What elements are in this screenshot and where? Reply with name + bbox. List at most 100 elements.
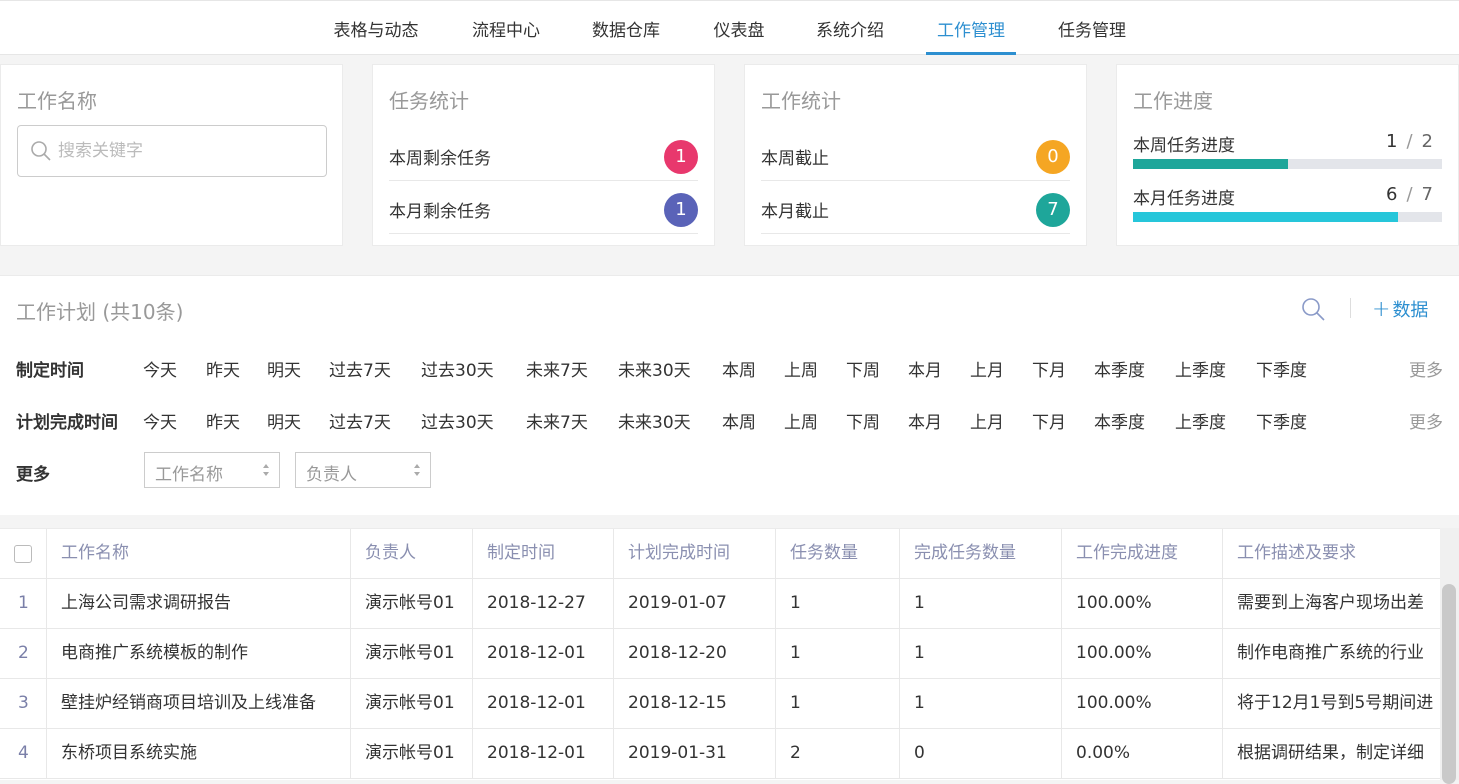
header-cell[interactable]: 工作名称 bbox=[47, 529, 351, 578]
tab-work-management[interactable]: 工作管理 bbox=[926, 1, 1016, 55]
filter-option[interactable]: 过去30天 bbox=[421, 408, 494, 433]
task-stats-card: 任务统计 本周剩余任务 1 本月剩余任务 1 bbox=[372, 64, 715, 246]
cell-task-count: 1 bbox=[776, 579, 900, 628]
filter-option[interactable]: 过去30天 bbox=[421, 356, 494, 381]
stat-row-week-remaining[interactable]: 本周剩余任务 1 bbox=[389, 129, 698, 181]
select-all-checkbox[interactable] bbox=[14, 545, 32, 563]
cell-work-name: 电商推广系统模板的制作 bbox=[47, 629, 351, 678]
filter-option[interactable]: 本季度 bbox=[1094, 356, 1145, 381]
filter-option[interactable]: 上周 bbox=[784, 356, 818, 381]
tab-process-center[interactable]: 流程中心 bbox=[460, 1, 552, 55]
tab-tables[interactable]: 表格与动态 bbox=[320, 1, 432, 55]
filter-option[interactable]: 未来7天 bbox=[526, 408, 588, 433]
filter-option[interactable]: 过去7天 bbox=[329, 356, 391, 381]
progress-value: 6/7 bbox=[1386, 184, 1434, 205]
filter-row-planned-completion: 计划完成时间 今天 昨天 明天 过去7天 过去30天 未来7天 未来30天 本周… bbox=[16, 405, 1443, 435]
tab-system-intro[interactable]: 系统介绍 bbox=[804, 1, 896, 55]
filter-option[interactable]: 上月 bbox=[970, 356, 1004, 381]
count-badge: 1 bbox=[664, 140, 698, 174]
filter-option[interactable]: 上季度 bbox=[1175, 408, 1226, 433]
filter-option[interactable]: 下周 bbox=[846, 356, 880, 381]
header-cell[interactable]: 任务数量 bbox=[776, 529, 900, 578]
header-cell[interactable]: 完成任务数量 bbox=[900, 529, 1062, 578]
count-badge: 1 bbox=[664, 193, 698, 227]
search-input[interactable] bbox=[58, 138, 318, 164]
work-name-select[interactable]: 工作名称 bbox=[144, 452, 280, 488]
owner-select[interactable]: 负责人 bbox=[295, 452, 431, 488]
filter-option[interactable]: 下月 bbox=[1032, 408, 1066, 433]
filter-label: 制定时间 bbox=[16, 361, 84, 381]
filter-option[interactable]: 本季度 bbox=[1094, 408, 1145, 433]
row-index: 4 bbox=[0, 729, 47, 778]
filter-option[interactable]: 下周 bbox=[846, 408, 880, 433]
filter-option[interactable]: 未来30天 bbox=[618, 356, 691, 381]
select-placeholder: 工作名称 bbox=[155, 465, 223, 485]
cell-progress: 100.00% bbox=[1062, 679, 1223, 728]
cell-description: 将于12月1号到5号期间进 bbox=[1237, 693, 1434, 713]
cell-description: 需要到上海客户现场出差 bbox=[1237, 593, 1424, 613]
header-cell[interactable]: 工作描述及要求 bbox=[1223, 529, 1440, 578]
cell-planned-date: 2019-01-07 bbox=[614, 579, 776, 628]
header-cell[interactable]: 工作完成进度 bbox=[1062, 529, 1223, 578]
cell-progress: 0.00% bbox=[1062, 729, 1223, 778]
header-cell[interactable]: 制定时间 bbox=[473, 529, 614, 578]
divider bbox=[1350, 298, 1351, 318]
table-row[interactable]: 4 东桥项目系统实施 演示帐号01 2018-12-01 2019-01-31 … bbox=[0, 729, 1440, 779]
stat-label: 本月截止 bbox=[761, 202, 829, 222]
filter-option[interactable]: 下季度 bbox=[1256, 408, 1307, 433]
cell-task-count: 2 bbox=[776, 729, 900, 778]
filter-option[interactable]: 昨天 bbox=[206, 356, 240, 381]
filter-option[interactable]: 本月 bbox=[908, 408, 942, 433]
filter-option[interactable]: 本周 bbox=[722, 356, 756, 381]
filter-option[interactable]: 明天 bbox=[267, 408, 301, 433]
cell-task-count: 1 bbox=[776, 629, 900, 678]
scrollbar-thumb[interactable] bbox=[1442, 584, 1456, 784]
count-badge: 7 bbox=[1036, 193, 1070, 227]
tab-data-warehouse[interactable]: 数据仓库 bbox=[580, 1, 672, 55]
table-row[interactable]: 1 上海公司需求调研报告 演示帐号01 2018-12-27 2019-01-0… bbox=[0, 579, 1440, 629]
more-link[interactable]: 更多 bbox=[1409, 356, 1443, 381]
more-link[interactable]: 更多 bbox=[1409, 408, 1443, 433]
filter-option[interactable]: 下月 bbox=[1032, 356, 1066, 381]
stat-row-week-deadline[interactable]: 本周截止 0 bbox=[761, 129, 1070, 181]
search-icon[interactable] bbox=[1300, 296, 1326, 322]
filter-option[interactable]: 本月 bbox=[908, 356, 942, 381]
filter-option[interactable]: 过去7天 bbox=[329, 408, 391, 433]
filter-label: 更多 bbox=[16, 465, 50, 485]
card-title: 任务统计 bbox=[389, 89, 469, 113]
cell-progress: 100.00% bbox=[1062, 579, 1223, 628]
stat-row-month-deadline[interactable]: 本月截止 7 bbox=[761, 182, 1070, 234]
filter-option[interactable]: 上月 bbox=[970, 408, 1004, 433]
sort-arrows-icon bbox=[263, 464, 269, 476]
table-row[interactable]: 2 电商推广系统模板的制作 演示帐号01 2018-12-01 2018-12-… bbox=[0, 629, 1440, 679]
stat-row-month-remaining[interactable]: 本月剩余任务 1 bbox=[389, 182, 698, 234]
table-row[interactable]: 3 壁挂炉经销商项目培训及上线准备 演示帐号01 2018-12-01 2018… bbox=[0, 679, 1440, 729]
filter-option[interactable]: 未来30天 bbox=[618, 408, 691, 433]
filter-option[interactable]: 昨天 bbox=[206, 408, 240, 433]
table-scrollbar[interactable] bbox=[1440, 528, 1459, 784]
cell-done-count: 1 bbox=[900, 679, 1062, 728]
filter-option[interactable]: 下季度 bbox=[1256, 356, 1307, 381]
tab-task-management[interactable]: 任务管理 bbox=[1046, 1, 1138, 55]
cell-planned-date: 2019-01-31 bbox=[614, 729, 776, 778]
filter-option[interactable]: 明天 bbox=[267, 356, 301, 381]
add-data-button[interactable]: + 数据 bbox=[1372, 296, 1428, 322]
tab-dashboard[interactable]: 仪表盘 bbox=[701, 1, 777, 55]
cell-created: 2018-12-01 bbox=[473, 729, 614, 778]
header-cell[interactable]: 负责人 bbox=[351, 529, 473, 578]
work-stats-card: 工作统计 本周截止 0 本月截止 7 bbox=[744, 64, 1087, 246]
filter-option[interactable]: 未来7天 bbox=[526, 356, 588, 381]
work-progress-card: 工作进度 本周任务进度 1/2 本月任务进度 6/7 bbox=[1116, 64, 1459, 246]
filter-option[interactable]: 上季度 bbox=[1175, 356, 1226, 381]
progress-label: 本周任务进度 bbox=[1133, 136, 1235, 156]
filter-option[interactable]: 今天 bbox=[143, 408, 177, 433]
row-index: 3 bbox=[0, 679, 47, 728]
search-box[interactable] bbox=[17, 125, 327, 177]
header-cell[interactable]: 计划完成时间 bbox=[614, 529, 776, 578]
filter-option[interactable]: 今天 bbox=[143, 356, 177, 381]
filter-option[interactable]: 上周 bbox=[784, 408, 818, 433]
sort-arrows-icon bbox=[414, 464, 420, 476]
filter-option[interactable]: 本周 bbox=[722, 408, 756, 433]
select-all-cell bbox=[0, 529, 47, 578]
cell-created: 2018-12-27 bbox=[473, 579, 614, 628]
